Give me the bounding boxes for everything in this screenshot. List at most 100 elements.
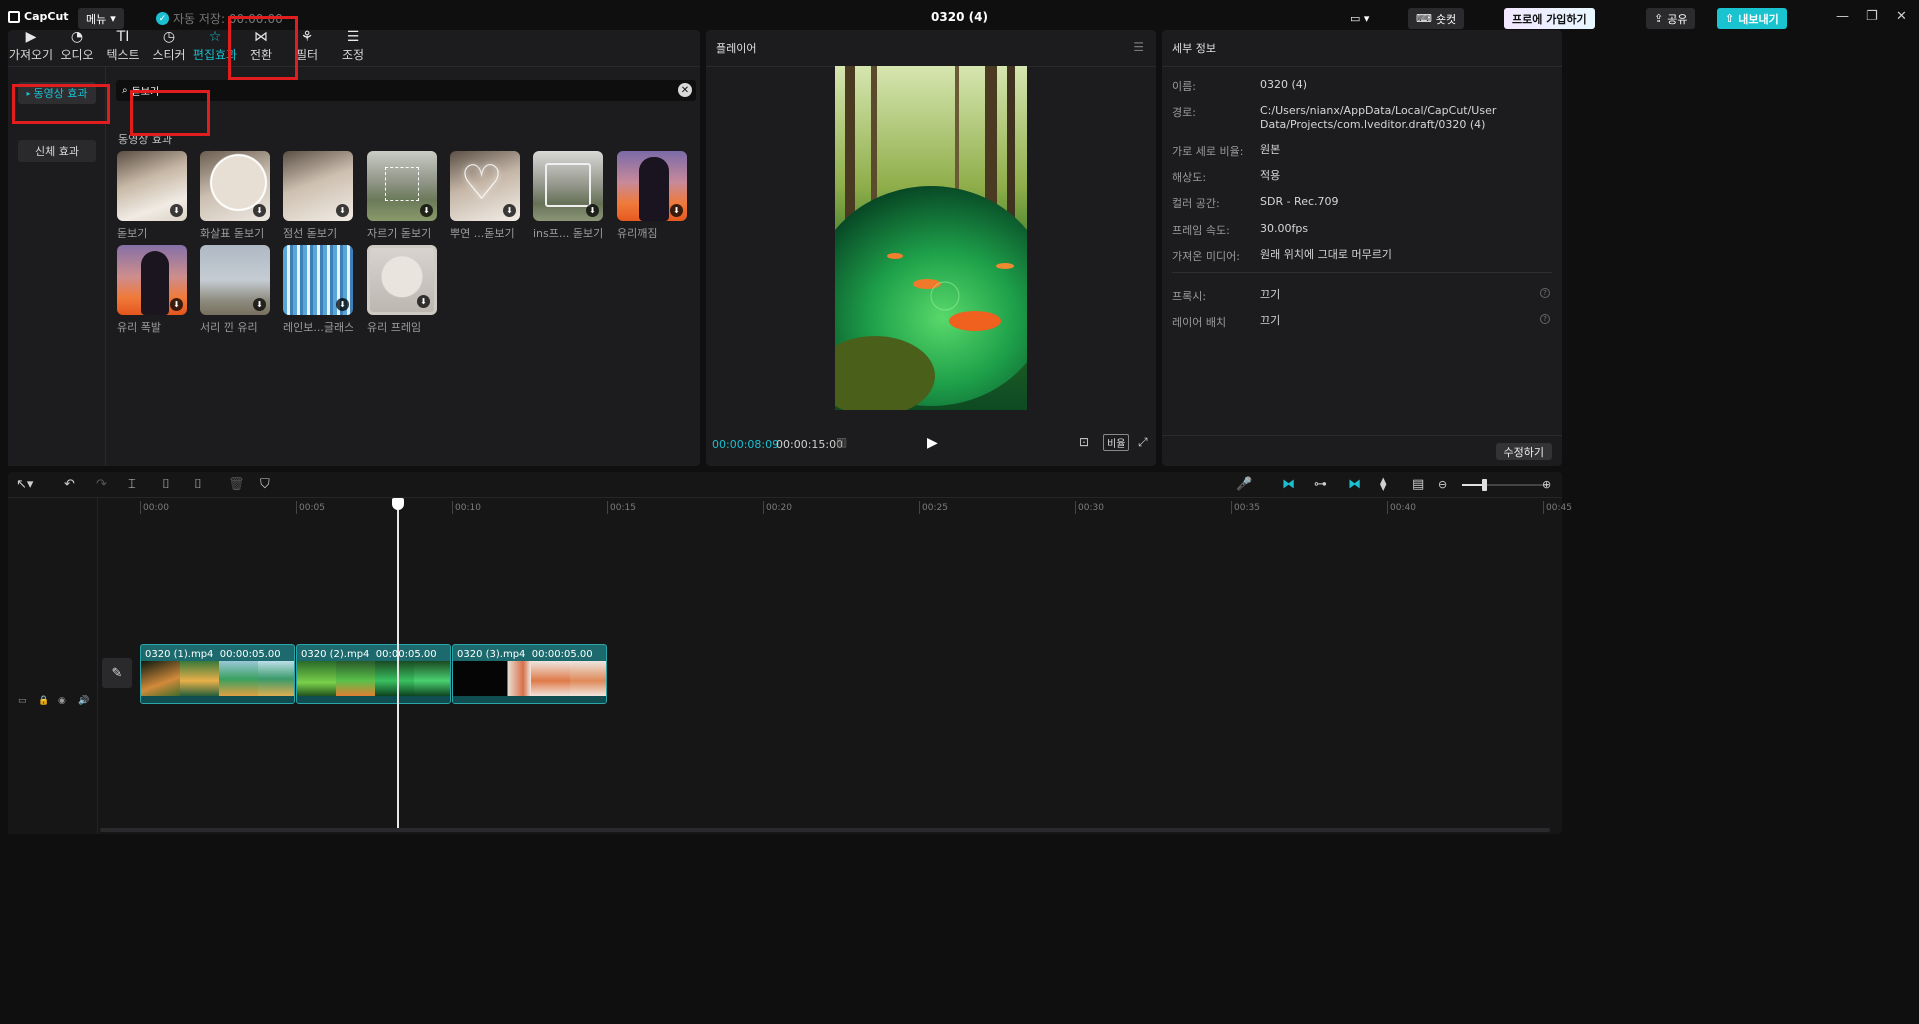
zoom-in-icon[interactable]: ⊕ <box>1542 478 1551 491</box>
divider <box>1162 435 1562 436</box>
playhead[interactable] <box>392 498 404 828</box>
pro-subscribe-button[interactable]: 프로에 가입하기 <box>1504 8 1595 29</box>
share-button[interactable]: ⇪ 공유 <box>1646 8 1696 29</box>
lock-icon[interactable]: 🔒 <box>38 696 49 706</box>
download-icon[interactable]: ⬇ <box>253 204 266 217</box>
audio-waveform-bar <box>141 696 294 703</box>
zoom-out-icon[interactable]: ⊖ <box>1438 478 1447 491</box>
download-icon[interactable]: ⬇ <box>420 204 433 217</box>
menu-button[interactable]: 메뉴 ▾ <box>78 8 124 29</box>
sidebar-item-video-effects[interactable]: ▸ 동영상 효과 <box>18 82 96 104</box>
clip-frames <box>297 661 450 697</box>
tab-transition[interactable]: ⋈ 전환 <box>238 30 284 66</box>
undo-icon[interactable]: ↶ <box>64 477 75 492</box>
help-icon[interactable]: ? <box>1540 288 1550 298</box>
restore-icon[interactable]: ❐ <box>1866 9 1878 24</box>
speaker-icon[interactable]: 🔊 <box>78 696 89 706</box>
player-panel: 플레이어 ☰ 00:00:08:09 00:00:15:00 ▥ ▶ ⊡ 비율 … <box>706 30 1156 466</box>
close-window-icon[interactable]: ✕ <box>1896 9 1907 24</box>
video-clip[interactable]: 0320 (1).mp4 00:00:05.00 <box>140 644 295 704</box>
tab-filter[interactable]: ⚘ 필터 <box>284 30 330 66</box>
video-clip[interactable]: 0320 (2).mp4 00:00:05.00 <box>296 644 451 704</box>
play-icon[interactable]: ▶ <box>927 435 938 451</box>
clear-search-icon[interactable]: ✕ <box>678 83 692 97</box>
tab-sticker[interactable]: ◷ 스티커 <box>146 30 192 66</box>
effect-card[interactable]: ⬇ 점선 돋보기 <box>283 151 353 241</box>
microphone-icon[interactable]: 🎤 <box>1236 477 1252 492</box>
layout-button[interactable]: ▭ ▾ <box>1342 8 1377 29</box>
download-icon[interactable]: ⬇ <box>503 204 516 217</box>
import-icon: ▶ <box>25 29 37 45</box>
sticker-icon: ◷ <box>162 29 176 45</box>
zoom-handle[interactable] <box>1482 479 1487 491</box>
text-icon: TI <box>116 29 130 45</box>
zoom-slider[interactable] <box>1462 479 1548 491</box>
effect-card[interactable]: ⬇ 서리 낀 유리 <box>200 245 270 335</box>
search-input[interactable]: ⌕ 돋보기 ✕ <box>116 80 696 101</box>
effect-card[interactable]: ⬇ 화살표 돋보기 <box>200 151 270 241</box>
select-tool-icon[interactable]: ↖▾ <box>16 477 33 492</box>
aspect-ratio-button[interactable]: 비율 <box>1103 434 1130 451</box>
filter-icon: ⚘ <box>300 29 314 45</box>
tab-import[interactable]: ▶ 가져오기 <box>8 30 54 66</box>
redo-icon[interactable]: ↷ <box>96 477 107 492</box>
effect-card[interactable]: ⬇ ins프... 돋보기 <box>533 151 603 241</box>
video-clip[interactable]: 0320 (3).mp4 00:00:05.00 <box>452 644 607 704</box>
horizontal-scrollbar[interactable] <box>100 828 1550 832</box>
fit-screen-icon[interactable]: ⊡ <box>1079 435 1089 449</box>
track-header-column: ▭ 🔒 ◉ 🔊 <box>8 498 98 834</box>
eye-icon[interactable]: ◉ <box>58 696 66 706</box>
tab-effects[interactable]: ☆ 편집효과 <box>192 30 238 66</box>
magnet-snap-icon[interactable]: ⧓ <box>1282 477 1295 492</box>
clip-frames <box>141 661 294 697</box>
download-icon[interactable]: ⬇ <box>336 204 349 217</box>
effect-card[interactable]: ♡ ⬇ 뿌연 ...돋보기 <box>450 151 520 241</box>
download-icon[interactable]: ⬇ <box>417 295 430 308</box>
waveform-icon[interactable]: ▥ <box>836 435 847 449</box>
effect-thumbnail: ⬇ <box>283 151 353 221</box>
download-icon[interactable]: ⬇ <box>586 204 599 217</box>
effect-card[interactable]: ⬇ 돋보기 <box>117 151 187 241</box>
sidebar-item-body-effects[interactable]: 신체 효과 <box>18 140 96 162</box>
download-icon[interactable]: ⬇ <box>670 204 683 217</box>
edit-cover-button[interactable]: ✎ <box>102 658 132 688</box>
shield-icon[interactable]: ⛉ <box>260 477 270 492</box>
playhead-handle[interactable] <box>392 498 404 510</box>
tab-text[interactable]: TI 텍스트 <box>100 30 146 66</box>
preview-axis-icon[interactable]: ⧓ <box>1348 477 1361 492</box>
effect-card[interactable]: ⬇ 유리 폭발 <box>117 245 187 335</box>
effect-card[interactable]: ⬇ 유리 프레임 <box>367 245 437 335</box>
download-icon[interactable]: ⬇ <box>253 298 266 311</box>
media-library-panel: ▶ 가져오기 ◔ 오디오 TI 텍스트 ◷ 스티커 ☆ 편집효과 ⋈ 전환 ⚘ 필터 ☰ 조정 … <box>8 30 700 466</box>
download-icon[interactable]: ⬇ <box>336 298 349 311</box>
effect-card[interactable]: ⬇ 자르기 돋보기 <box>367 151 437 241</box>
fullscreen-icon[interactable]: ⤢ <box>1138 435 1148 450</box>
effect-card[interactable]: ⬇ 레인보...글래스 <box>283 245 353 335</box>
effect-card[interactable]: ⬇ 유리깨짐 <box>617 151 687 241</box>
caption-icon[interactable]: ▤ <box>1412 477 1424 492</box>
delete-icon[interactable]: 🗑 <box>228 477 245 492</box>
split-screen-icon[interactable]: ⧫ <box>1380 477 1386 492</box>
share-icon: ⇪ <box>1654 12 1664 25</box>
check-icon: ✓ <box>156 12 169 25</box>
download-icon[interactable]: ⬇ <box>170 298 183 311</box>
player-controls: 00:00:08:09 00:00:15:00 ▥ ▶ ⊡ 비율 ⤢ <box>706 432 1156 456</box>
cover-icon[interactable]: ▭ <box>18 696 27 706</box>
tab-adjust[interactable]: ☰ 조정 <box>330 30 376 66</box>
download-icon[interactable]: ⬇ <box>170 204 183 217</box>
time-ruler[interactable]: 00:00 00:05 00:10 00:15 00:20 00:25 00:3… <box>100 498 1572 518</box>
timeline-toolbar: ↖▾ ↶ ↷ ⌶ ⌷ ⌷ 🗑 ⛉ 🎤 ⧓ ⊶ ⧓ ⧫ ▤ ⊖ ⊕ <box>8 472 1562 498</box>
modify-button[interactable]: 수정하기 <box>1495 443 1552 460</box>
tab-audio[interactable]: ◔ 오디오 <box>54 30 100 66</box>
hamburger-icon[interactable]: ☰ <box>1133 40 1144 54</box>
link-icon[interactable]: ⊶ <box>1314 477 1327 492</box>
split-icon[interactable]: ⌶ <box>128 477 136 492</box>
trim-right-icon[interactable]: ⌷ <box>194 477 202 492</box>
video-preview[interactable] <box>835 66 1027 410</box>
shortcut-button[interactable]: ⌨ 숏컷 <box>1408 8 1465 29</box>
help-icon[interactable]: ? <box>1540 314 1550 324</box>
minimize-icon[interactable]: — <box>1836 9 1849 24</box>
effect-thumbnail: ⬇ <box>533 151 603 221</box>
trim-left-icon[interactable]: ⌷ <box>162 477 170 492</box>
export-button[interactable]: ⇧ 내보내기 <box>1717 8 1787 29</box>
